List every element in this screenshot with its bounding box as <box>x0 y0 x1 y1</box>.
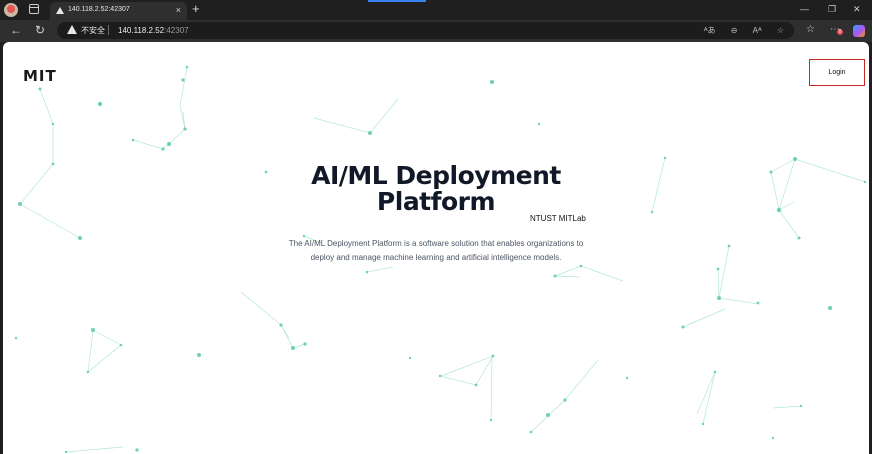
read-aloud-icon[interactable]: ᴬあ <box>704 26 716 35</box>
copilot-icon[interactable] <box>853 25 865 37</box>
browser-toolbar: ← ↻ 不安全 140.118.2.52:42307 ᴬあ ⊖ A͏ᴬ ☆ ☆ … <box>0 20 872 42</box>
notification-badge: 0 <box>837 29 843 35</box>
zoom-icon[interactable]: ⊖ <box>731 26 738 35</box>
divider <box>108 25 109 35</box>
address-bar[interactable]: 不安全 140.118.2.52:42307 ᴬあ ⊖ A͏ᴬ ☆ <box>57 22 794 39</box>
collections-icon[interactable]: ☆ <box>806 23 815 37</box>
favorite-star-icon[interactable]: ☆ <box>777 26 784 35</box>
restore-button[interactable]: ❐ <box>828 3 836 15</box>
url-text[interactable]: 140.118.2.52:42307 <box>118 25 189 36</box>
security-label[interactable]: 不安全 <box>81 25 105 36</box>
close-window-button[interactable]: ✕ <box>853 3 861 15</box>
page-viewport: MIT Login AI/ML Deployment Platform NTUS… <box>3 42 869 454</box>
page-title: AI/ML Deployment Platform <box>311 161 561 216</box>
warning-icon <box>56 7 64 14</box>
profile-avatar[interactable] <box>4 3 18 17</box>
minimize-button[interactable]: — <box>800 3 809 15</box>
warning-icon[interactable] <box>67 25 77 34</box>
mit-logo[interactable]: MIT <box>23 67 57 85</box>
address-bar-actions: ᴬあ ⊖ A͏ᴬ ☆ <box>691 25 784 36</box>
drag-region-accent <box>368 0 426 2</box>
back-arrow-icon[interactable]: ← <box>10 23 22 37</box>
new-tab-button[interactable]: + <box>192 2 200 16</box>
tab-title: 140.118.2.52:42307 <box>68 6 130 13</box>
browser-tab[interactable]: 140.118.2.52:42307 × <box>50 2 187 20</box>
tab-actions-icon[interactable] <box>29 4 39 14</box>
tab-strip: 140.118.2.52:42307 × + — ❐ ✕ <box>0 0 872 20</box>
reload-icon[interactable]: ↻ <box>35 23 45 37</box>
page-description: The AI/ML Deployment Platform is a softw… <box>288 239 584 262</box>
tab-close-icon[interactable]: × <box>176 5 181 15</box>
login-button[interactable]: Login <box>809 59 865 86</box>
read-mode-icon[interactable]: A͏ᴬ <box>753 26 762 35</box>
byline: NTUST MITLab <box>530 214 586 223</box>
